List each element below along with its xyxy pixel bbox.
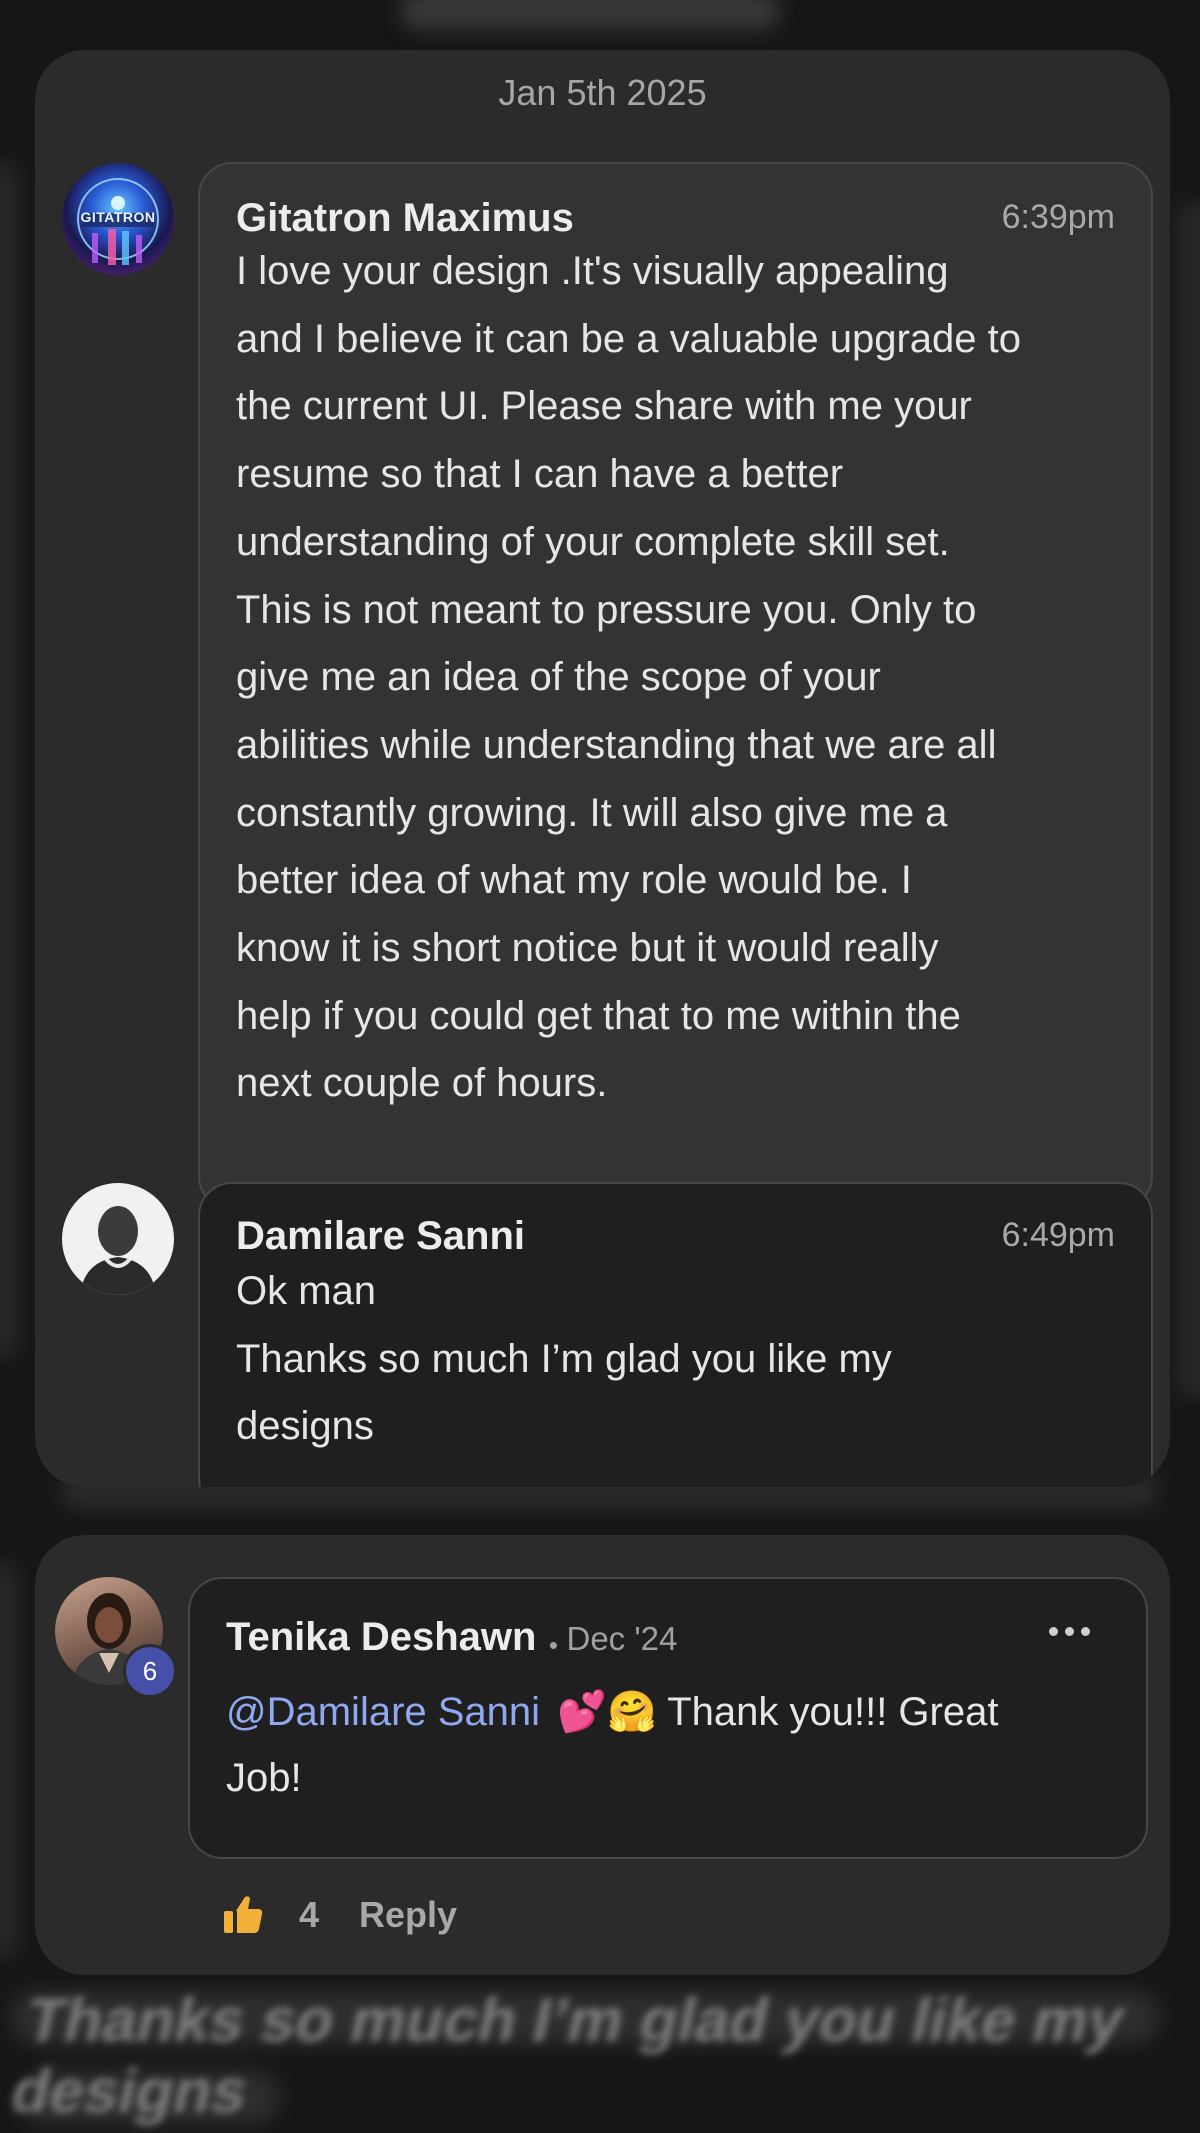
person-photo-icon: [80, 1206, 156, 1295]
like-count: 4: [299, 1894, 320, 1935]
reply-button[interactable]: Reply: [359, 1894, 457, 1936]
comment-bubble[interactable]: Tenika Deshawn • Dec '24 @Damilare Sanni…: [188, 1577, 1148, 1859]
avatar-gitatron-label: GITATRON: [80, 209, 156, 225]
thumbs-up-icon[interactable]: [221, 1893, 265, 1937]
avatar-damilare[interactable]: [62, 1183, 174, 1295]
message-time: 6:39pm: [1001, 198, 1115, 236]
message-bubble[interactable]: Damilare Sanni 6:49pm Ok man Thanks so m…: [198, 1182, 1153, 1487]
comment-actions: 4 Reply: [221, 1890, 457, 1940]
blurred-background-text: Thanks so much I’m glad you like my desi…: [5, 1986, 1131, 2126]
avatar-gitatron[interactable]: GITATRON: [62, 163, 174, 275]
more-horizontal-icon[interactable]: [1049, 1627, 1090, 1636]
sender-name[interactable]: Gitatron Maximus: [236, 196, 574, 241]
comment-header: Tenika Deshawn • Dec '24: [226, 1615, 677, 1661]
message-text: I love your design .It's visually appeal…: [236, 249, 1022, 1106]
chat-thread-card: Jan 5th 2025 GITATRON Gitatron Maximus 6…: [35, 50, 1170, 1487]
message-text: Ok man Thanks so much I’m glad you like …: [236, 1269, 892, 1449]
emoji-hearts-hug: 💕🤗: [557, 1690, 657, 1734]
mention-link[interactable]: @Damilare Sanni: [226, 1690, 540, 1734]
message-time: 6:49pm: [1001, 1216, 1115, 1254]
date-header: Jan 5th 2025: [498, 72, 707, 113]
separator-dot: •: [548, 1630, 559, 1661]
comment-text: @Damilare Sanni 💕🤗 Thank you!!! Great Jo…: [226, 1690, 999, 1800]
comment-date: Dec '24: [566, 1620, 678, 1657]
comment-card: 6 Tenika Deshawn • Dec '24 @Damilare San…: [35, 1535, 1170, 1975]
notification-badge: 6: [123, 1644, 177, 1698]
comment-author[interactable]: Tenika Deshawn: [226, 1615, 536, 1659]
message-bubble[interactable]: Gitatron Maximus 6:39pm I love your desi…: [198, 162, 1153, 1210]
sender-name[interactable]: Damilare Sanni: [236, 1214, 525, 1259]
